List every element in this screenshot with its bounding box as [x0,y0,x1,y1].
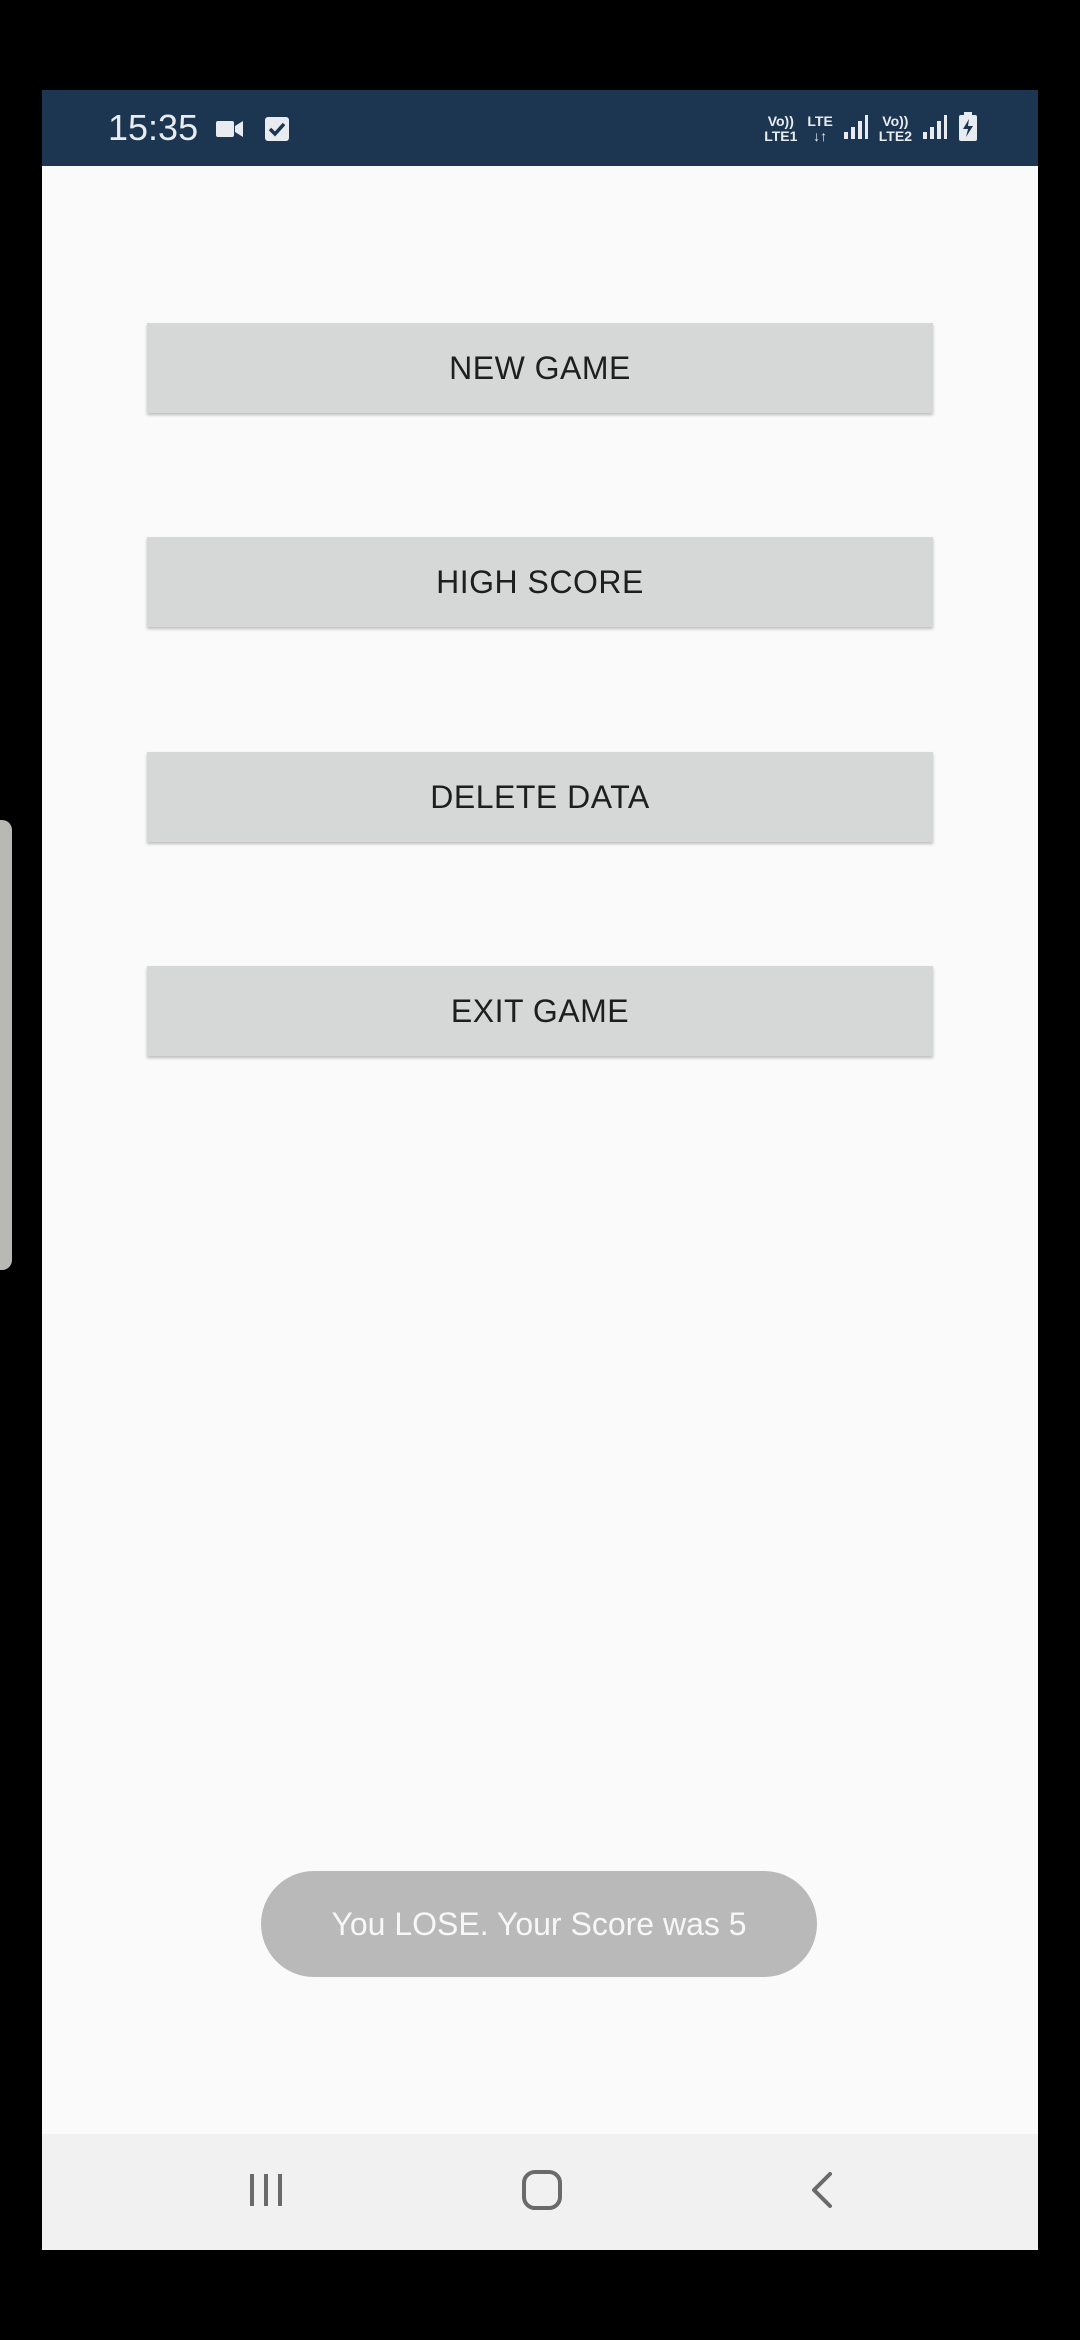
volte-lte1-bottom: LTE1 [764,128,798,144]
signal-bars-icon [843,114,869,145]
volte-lte2-top: Vo)) [882,113,909,129]
recent-apps-button[interactable] [226,2152,306,2232]
phone-screen: 15:35 Vo)) LTE1 LTE ↓↑ Vo)) LTE2 NEW GAM… [42,90,1038,2250]
toast-text: You LOSE. Your Score was 5 [331,1905,747,1942]
home-icon [521,2169,563,2216]
battery-charging-icon [958,111,978,147]
exit-game-button[interactable]: EXIT GAME [147,966,933,1056]
toast-message: You LOSE. Your Score was 5 [261,1871,817,1977]
volte-lte2-bottom: LTE2 [878,128,912,144]
checkbox-icon [264,116,290,147]
signal-bars-icon [922,114,948,145]
volte-lte2-icon: Vo)) LTE2 [879,114,912,144]
lte-data-arrows: ↓↑ [813,128,828,144]
recent-apps-icon [246,2170,286,2215]
status-time: 15:35 [108,107,199,148]
volte-lte1-icon: Vo)) LTE1 [764,114,797,144]
status-right-group: Vo)) LTE1 LTE ↓↑ Vo)) LTE2 [764,104,978,154]
lte-data-icon: LTE ↓↑ [807,114,832,144]
high-score-button[interactable]: HIGH SCORE [147,537,933,627]
navigation-bar [42,2134,1038,2250]
home-button[interactable] [502,2152,582,2232]
delete-data-button[interactable]: DELETE DATA [147,752,933,842]
video-camera-icon [216,118,244,145]
volte-lte1-top: Vo)) [767,113,794,129]
new-game-button[interactable]: NEW GAME [147,323,933,413]
back-button[interactable] [782,2152,862,2232]
back-icon [802,2170,842,2215]
status-bar: 15:35 Vo)) LTE1 LTE ↓↑ Vo)) LTE2 [42,90,1038,166]
edge-panel-handle[interactable] [0,820,12,1270]
lte-data-top: LTE [807,113,833,129]
